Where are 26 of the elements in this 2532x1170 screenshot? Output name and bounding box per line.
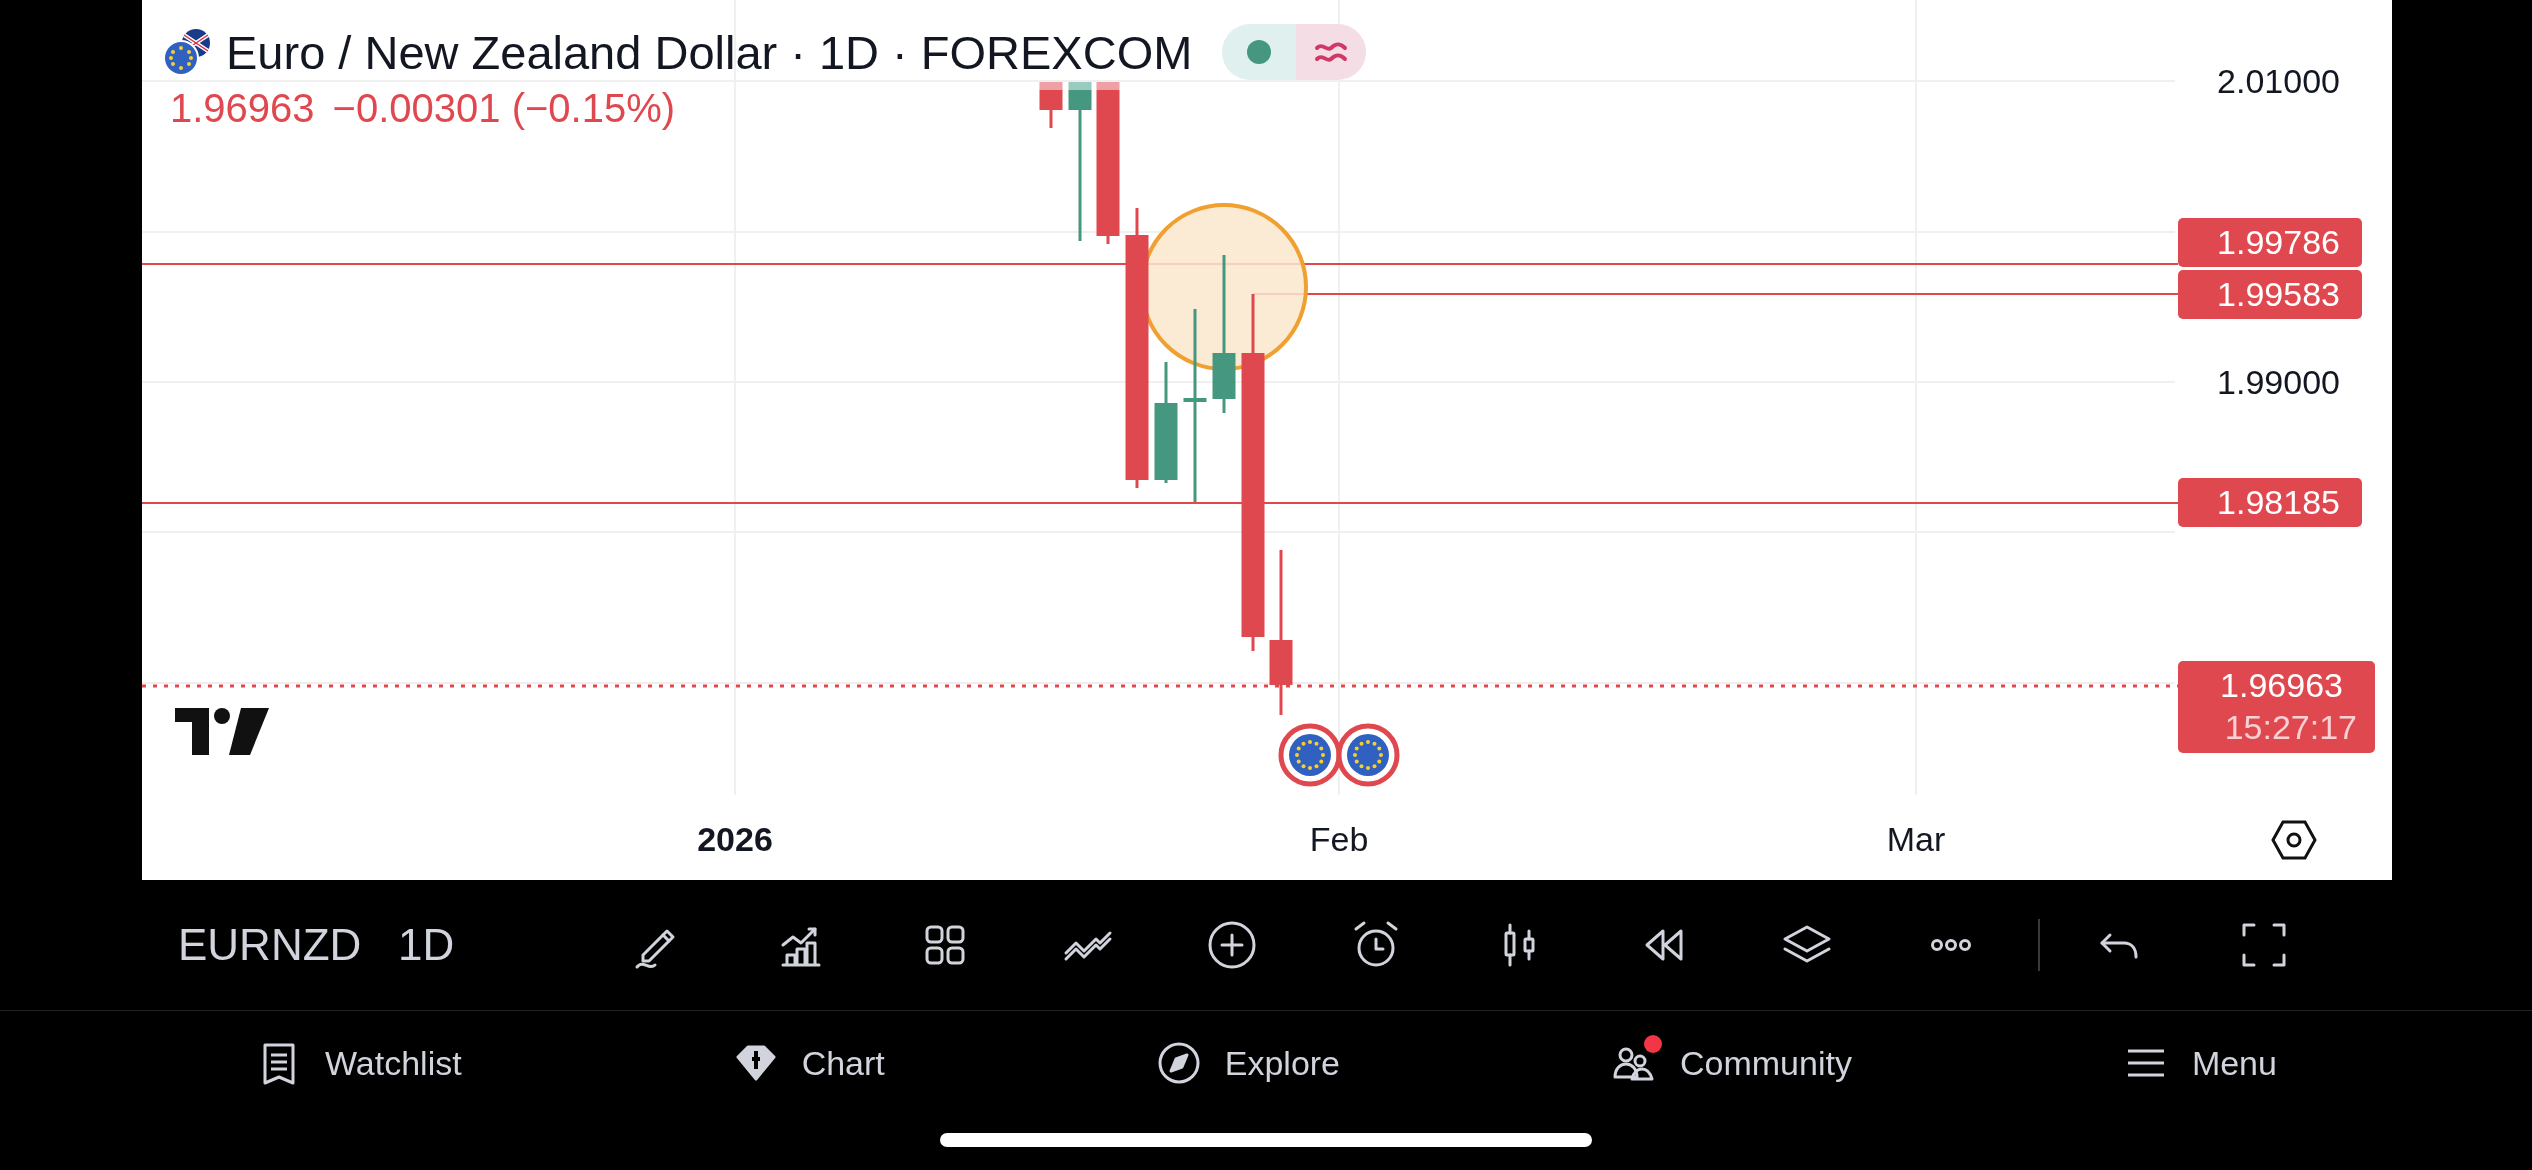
symbol-title: Euro / New Zealand Dollar · 1D · FOREXCOM	[226, 28, 1193, 76]
data-delay-icon	[1296, 24, 1367, 80]
candlestick	[1039, 82, 1063, 128]
logo-icon	[175, 708, 269, 755]
nav-tab[interactable]: Chart	[731, 1039, 885, 1087]
settings-icon[interactable]	[2271, 820, 2317, 860]
price-line-label: 1.99583	[2178, 270, 2362, 319]
price-axis-label: 2.01000	[2217, 64, 2340, 98]
symbol-picker[interactable]: EURNZD	[178, 923, 398, 967]
price-line-label: 1.99786	[2178, 218, 2362, 267]
bar-countdown: 15:27:17	[2224, 707, 2357, 748]
event-flag-icon[interactable]	[1278, 723, 1342, 787]
interval-picker[interactable]: 1D	[398, 923, 528, 967]
time-axis-label: Mar	[1886, 822, 1946, 856]
price-axis-label: 1.99000	[2217, 365, 2340, 399]
price-value: 1.96963	[170, 88, 315, 128]
event-flag-icon[interactable]	[1336, 723, 1400, 787]
nav-tab[interactable]: Community	[1610, 1039, 1852, 1087]
time-axis-label: 2026	[697, 822, 773, 856]
last-price: 1.96963	[2220, 665, 2344, 706]
price-change: −0.00301 (−0.15%)	[332, 88, 676, 128]
price-line-label: 1.98185	[2178, 478, 2362, 527]
nav-tab[interactable]: Explore	[1154, 1039, 1340, 1087]
nav-tab[interactable]: Menu	[2121, 1039, 2277, 1087]
time-axis-label: Feb	[1309, 822, 1369, 856]
nav-tab[interactable]: Watchlist	[255, 1039, 462, 1087]
